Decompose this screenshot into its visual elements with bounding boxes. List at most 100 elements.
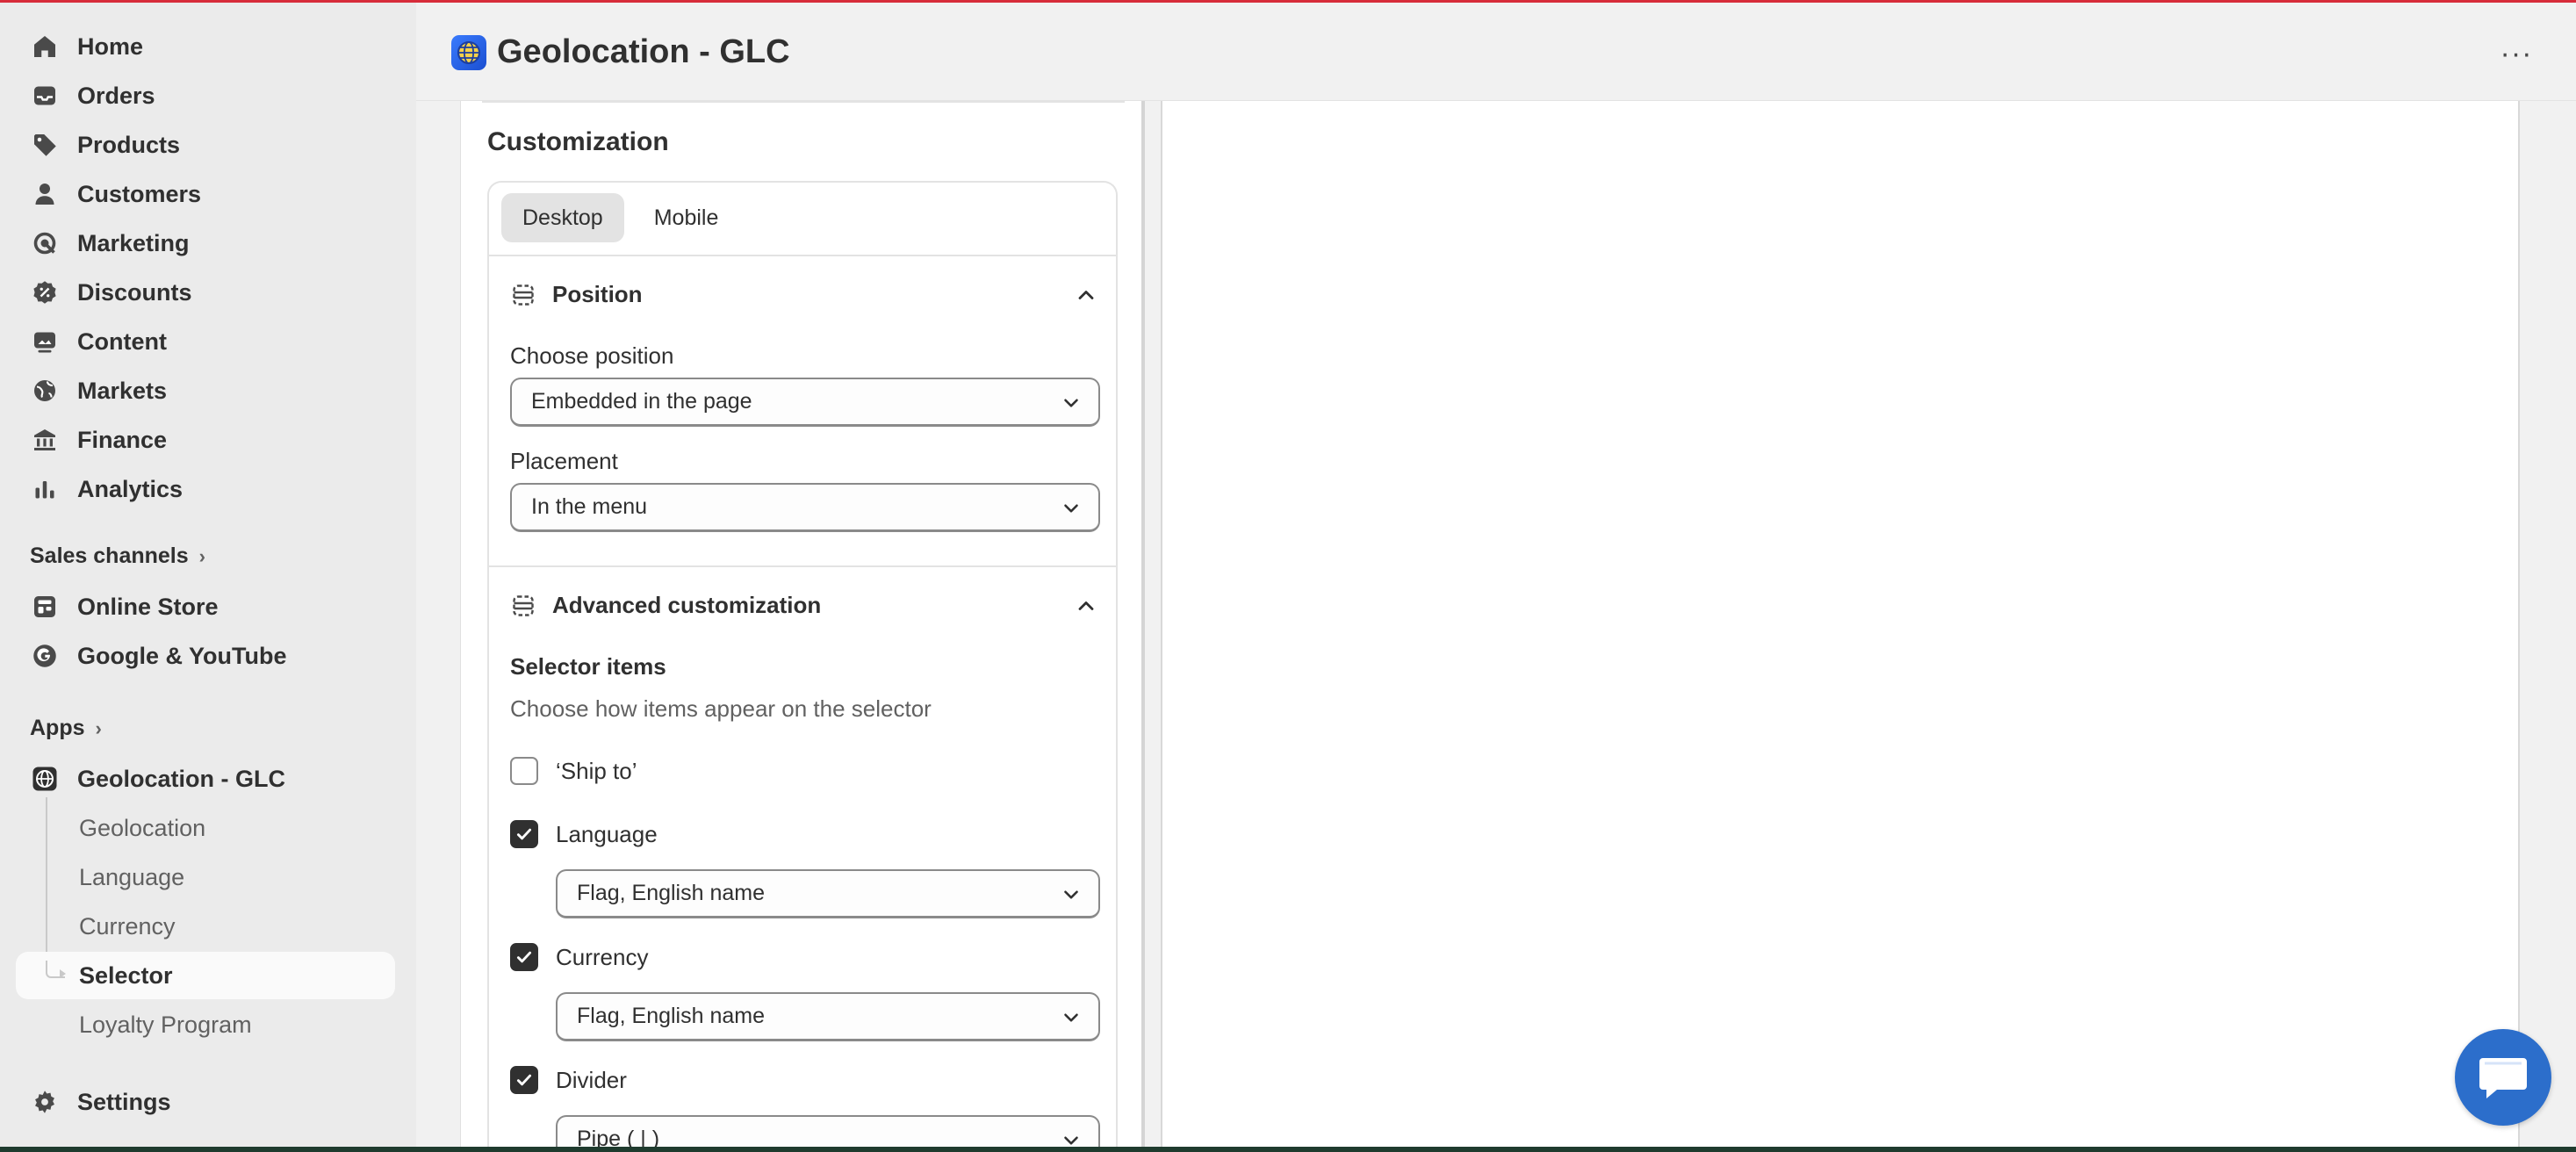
divider-checkbox[interactable]: [510, 1066, 538, 1094]
sidebar-item-label: Marketing: [77, 229, 190, 256]
checkmark-icon: [516, 1074, 532, 1086]
sidebar-item-label: Content: [77, 328, 167, 355]
ship-to-label: ‘Ship to’: [556, 757, 637, 784]
currency-checkbox-row[interactable]: Currency: [510, 943, 648, 971]
layout-icon: [513, 284, 534, 306]
chevron-right-icon: ›: [198, 544, 205, 567]
sidebar-item-label: Markets: [77, 377, 168, 404]
sidebar-subitem-currency[interactable]: Currency: [79, 913, 176, 940]
chevron-down-icon: [1064, 399, 1078, 407]
sidebar-item-label: Discounts: [77, 278, 192, 306]
sidebar-item-products[interactable]: Products: [16, 122, 395, 168]
target-icon: [32, 230, 58, 256]
language-display-value: Flag, English name: [577, 881, 766, 905]
currency-checkbox[interactable]: [510, 943, 538, 971]
placement-select[interactable]: In the menu: [510, 483, 1100, 532]
currency-display-value: Flag, English name: [577, 1004, 766, 1028]
language-label: Language: [556, 820, 658, 847]
gear-icon: [32, 1089, 58, 1115]
chevron-down-icon: [1064, 1013, 1078, 1022]
bar-chart-icon: [32, 476, 58, 502]
sidebar-item-finance[interactable]: Finance: [16, 417, 395, 463]
sidebar-subitem-language[interactable]: Language: [79, 864, 184, 891]
sales-channels-heading[interactable]: Sales channels ›: [30, 544, 205, 569]
sidebar-item-geolocation-glc[interactable]: Geolocation - GLC: [16, 756, 395, 802]
language-display-select[interactable]: Flag, English name: [556, 869, 1100, 918]
advanced-section-header[interactable]: Advanced customization: [510, 592, 1098, 619]
sidebar-item-label: Google & YouTube: [77, 642, 287, 669]
sidebar-item-markets[interactable]: Markets: [16, 368, 395, 414]
sidebar-item-label: Orders: [77, 82, 155, 109]
page-header: Geolocation - GLC ···: [416, 3, 2576, 101]
selector-items-help: Choose how items appear on the selector: [510, 695, 932, 722]
chevron-up-icon[interactable]: [1074, 594, 1098, 618]
discount-icon: [32, 279, 58, 306]
sidebar-item-label: Products: [77, 131, 181, 158]
customization-panel: Desktop Mobile Position Choose position …: [487, 181, 1118, 1152]
tab-desktop[interactable]: Desktop: [501, 193, 624, 242]
sidebar-subitem-selector[interactable]: Selector: [79, 962, 173, 990]
placement-label: Placement: [510, 448, 618, 474]
checkmark-icon: [516, 951, 532, 963]
apps-title: Apps: [30, 716, 85, 740]
divider: [489, 565, 1116, 567]
sidebar-item-discounts[interactable]: Discounts: [16, 270, 395, 315]
active-sub-item-background: [16, 952, 395, 999]
sidebar-item-label: Analytics: [77, 475, 183, 502]
device-tabs: Desktop Mobile: [501, 193, 739, 242]
choose-position-select[interactable]: Embedded in the page: [510, 378, 1100, 427]
sidebar-item-online-store[interactable]: Online Store: [16, 584, 395, 630]
chat-button[interactable]: [2455, 1029, 2551, 1126]
position-section-header[interactable]: Position: [510, 281, 1098, 308]
chevron-up-icon[interactable]: [1074, 283, 1098, 307]
sales-channels-title: Sales channels: [30, 544, 189, 568]
choose-position-label: Choose position: [510, 342, 674, 369]
page-title: Geolocation - GLC: [497, 33, 790, 70]
divider-label: Divider: [556, 1066, 627, 1093]
sidebar-item-customers[interactable]: Customers: [16, 171, 395, 217]
sidebar-subitem-geolocation[interactable]: Geolocation: [79, 815, 205, 842]
tree-arrow-icon: [60, 969, 66, 978]
apps-heading[interactable]: Apps ›: [30, 716, 102, 741]
layout-icon: [513, 594, 534, 616]
person-icon: [32, 181, 58, 207]
currency-label: Currency: [556, 943, 649, 970]
ellipsis-icon: ···: [2500, 36, 2533, 70]
divider: [489, 255, 1116, 256]
placement-value: In the menu: [531, 494, 648, 519]
tab-mobile[interactable]: Mobile: [633, 193, 740, 242]
divider-checkbox-row[interactable]: Divider: [510, 1066, 627, 1094]
position-section-title: Position: [552, 281, 643, 307]
globe-icon: [32, 378, 58, 404]
sidebar-item-label: Online Store: [77, 593, 219, 620]
home-icon: [32, 33, 58, 60]
choose-position-value: Embedded in the page: [531, 389, 752, 414]
app-globe-icon: [451, 35, 486, 70]
chat-bubble-icon: [2479, 1058, 2527, 1098]
card-divider: [482, 101, 1125, 103]
tag-icon: [32, 132, 58, 158]
sidebar-item-analytics[interactable]: Analytics: [16, 466, 395, 512]
more-actions-button[interactable]: ···: [2499, 36, 2534, 71]
sidebar-subitem-loyalty-program[interactable]: Loyalty Program: [79, 1012, 252, 1039]
language-checkbox-row[interactable]: Language: [510, 820, 658, 848]
language-checkbox[interactable]: [510, 820, 538, 848]
ship-to-checkbox-row[interactable]: ‘Ship to’: [510, 757, 637, 785]
customization-title: Customization: [487, 127, 669, 156]
sidebar-item-content[interactable]: Content: [16, 319, 395, 364]
google-icon: [32, 643, 58, 669]
advanced-section-title: Advanced customization: [552, 592, 822, 618]
sidebar-item-label: Finance: [77, 426, 168, 453]
chevron-down-icon: [1064, 504, 1078, 513]
sidebar-item-settings[interactable]: Settings: [16, 1079, 395, 1125]
sidebar-item-google-youtube[interactable]: Google & YouTube: [16, 633, 395, 679]
sidebar-item-label: Geolocation - GLC: [77, 765, 286, 792]
sidebar-item-orders[interactable]: Orders: [16, 73, 395, 119]
image-icon: [32, 328, 58, 355]
sidebar: Home Orders Products Customers Marketing…: [0, 3, 416, 1147]
sidebar-item-home[interactable]: Home: [16, 24, 395, 69]
bank-icon: [32, 427, 58, 453]
ship-to-checkbox[interactable]: [510, 757, 538, 785]
sidebar-item-marketing[interactable]: Marketing: [16, 220, 395, 266]
currency-display-select[interactable]: Flag, English name: [556, 992, 1100, 1041]
